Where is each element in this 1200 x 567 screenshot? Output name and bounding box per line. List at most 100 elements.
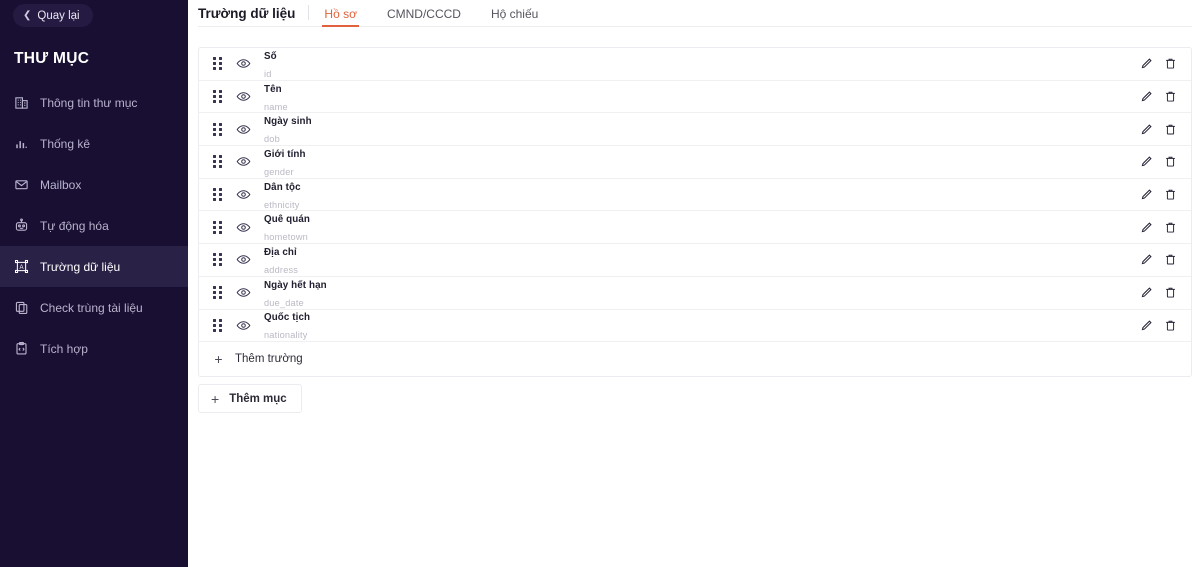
trash-icon[interactable] [1164, 221, 1177, 234]
field-key: nationality [264, 330, 308, 341]
drag-handle-icon[interactable] [213, 188, 225, 202]
field-meta: Tên name [264, 79, 1140, 115]
pencil-icon[interactable] [1140, 188, 1153, 201]
sidebar-title: THƯ MỤC [14, 50, 90, 67]
pencil-icon[interactable] [1140, 253, 1153, 266]
trash-icon[interactable] [1164, 90, 1177, 103]
sidebar-item-label: Mailbox [40, 177, 82, 192]
sidebar-item-label: Tích hợp [40, 341, 88, 356]
trash-icon[interactable] [1164, 155, 1177, 168]
drag-handle-icon[interactable] [213, 155, 225, 169]
field-label: Ngày sinh [264, 116, 312, 128]
row-actions [1140, 286, 1181, 299]
chevron-left-icon: ❮ [23, 9, 32, 21]
eye-icon[interactable] [236, 187, 252, 202]
row-actions [1140, 123, 1181, 136]
data-field-icon: A [13, 258, 30, 275]
pencil-icon[interactable] [1140, 286, 1153, 299]
trash-icon[interactable] [1164, 253, 1177, 266]
svg-text:A: A [19, 265, 23, 271]
sidebar-item-thong-ke[interactable]: Thống kê [0, 123, 188, 164]
eye-icon[interactable] [236, 318, 252, 333]
field-list-card: Số id Tên name Ngày sinh dob Giới tính g… [198, 47, 1192, 378]
field-meta: Dân tộc ethnicity [264, 177, 1140, 213]
sidebar-item-check-trung-tai-lieu[interactable]: Check trùng tài liệu [0, 287, 188, 328]
trash-icon[interactable] [1164, 123, 1177, 136]
tab-ho-chieu[interactable]: Hộ chiếu [476, 7, 553, 26]
add-section-button[interactable]: + Thêm mục [198, 384, 302, 414]
pencil-icon[interactable] [1140, 123, 1153, 136]
field-label: Địa chỉ [264, 247, 297, 259]
drag-handle-icon[interactable] [213, 90, 225, 104]
table-row[interactable]: Địa chỉ address [199, 244, 1191, 277]
table-row[interactable]: Ngày sinh dob [199, 111, 1191, 147]
sidebar-item-mailbox[interactable]: Mailbox [0, 164, 188, 205]
field-meta: Địa chỉ address [264, 242, 1140, 278]
field-key: id [264, 68, 272, 79]
app-root: ❮ Quay lại THƯ MỤC Thông tin thư mục Thố… [0, 0, 1200, 567]
eye-icon[interactable] [236, 252, 252, 267]
table-row[interactable]: Tên name [199, 81, 1191, 114]
trash-icon[interactable] [1164, 286, 1177, 299]
row-actions [1140, 319, 1181, 332]
sidebar-item-tu-dong-hoa[interactable]: Tự động hóa [0, 205, 188, 246]
field-meta: Quê quán hometown [264, 209, 1140, 245]
eye-icon[interactable] [236, 56, 252, 71]
plus-icon: + [211, 390, 220, 407]
row-actions [1140, 155, 1181, 168]
envelope-icon [13, 176, 30, 193]
tab-ho-so[interactable]: Hồ sơ [309, 7, 372, 27]
sidebar-item-thong-tin-thu-muc[interactable]: Thông tin thư mục [0, 82, 188, 123]
sidebar-item-label: Check trùng tài liệu [40, 300, 143, 315]
drag-handle-icon[interactable] [213, 220, 225, 234]
pencil-icon[interactable] [1140, 57, 1153, 70]
field-label: Số [264, 50, 277, 62]
building-icon [13, 94, 30, 111]
plus-icon: + [214, 351, 223, 368]
sidebar-item-tich-hop[interactable]: Tích hợp [0, 328, 188, 369]
add-section-label: Thêm mục [229, 392, 287, 405]
table-row[interactable]: Số id [199, 48, 1191, 81]
eye-icon[interactable] [236, 122, 252, 137]
trash-icon[interactable] [1164, 188, 1177, 201]
drag-handle-icon[interactable] [213, 253, 225, 267]
field-key: address [264, 264, 299, 275]
add-field-button[interactable]: + Thêm trường [199, 342, 1191, 377]
table-row[interactable]: Dân tộc ethnicity [199, 179, 1191, 212]
robot-icon [13, 217, 30, 234]
eye-icon[interactable] [236, 220, 252, 235]
sidebar-item-label: Trường dữ liệu [40, 259, 121, 274]
pencil-icon[interactable] [1140, 221, 1153, 234]
copy-icon [13, 299, 30, 316]
eye-icon[interactable] [236, 285, 252, 300]
tab-bar: Trường dữ liệu Hồ sơ CMND/CCCD Hộ chiếu [198, 0, 1192, 27]
field-label: Ngày hết hạn [264, 279, 327, 291]
drag-handle-icon[interactable] [213, 122, 225, 136]
table-row[interactable]: Ngày hết hạn due_date [199, 277, 1191, 310]
pencil-icon[interactable] [1140, 155, 1153, 168]
sidebar-nav: Thông tin thư mục Thống kê Mailbox Tự độ… [0, 82, 188, 369]
drag-handle-icon[interactable] [213, 318, 225, 332]
table-row[interactable]: Quốc tịch nationality [199, 310, 1191, 343]
drag-handle-icon[interactable] [213, 57, 225, 71]
field-meta: Số id [264, 48, 1140, 82]
back-button[interactable]: ❮ Quay lại [13, 4, 93, 27]
table-row[interactable]: Quê quán hometown [199, 209, 1191, 245]
pencil-icon[interactable] [1140, 90, 1153, 103]
sidebar-item-label: Thông tin thư mục [40, 95, 138, 110]
trash-icon[interactable] [1164, 319, 1177, 332]
eye-icon[interactable] [236, 89, 252, 104]
sidebar-item-label: Thống kê [40, 136, 91, 151]
eye-icon[interactable] [236, 154, 252, 169]
add-field-label: Thêm trường [235, 353, 303, 366]
row-actions [1140, 253, 1181, 266]
field-key: hometown [264, 232, 308, 243]
pencil-icon[interactable] [1140, 319, 1153, 332]
sidebar-item-truong-du-lieu[interactable]: A Trường dữ liệu [0, 246, 188, 287]
tab-cmnd-cccd[interactable]: CMND/CCCD [372, 7, 476, 26]
field-meta: Ngày sinh dob [264, 111, 1140, 147]
trash-icon[interactable] [1164, 57, 1177, 70]
field-label: Dân tộc [264, 181, 301, 193]
drag-handle-icon[interactable] [213, 286, 225, 300]
table-row[interactable]: Giới tính gender [199, 146, 1191, 179]
